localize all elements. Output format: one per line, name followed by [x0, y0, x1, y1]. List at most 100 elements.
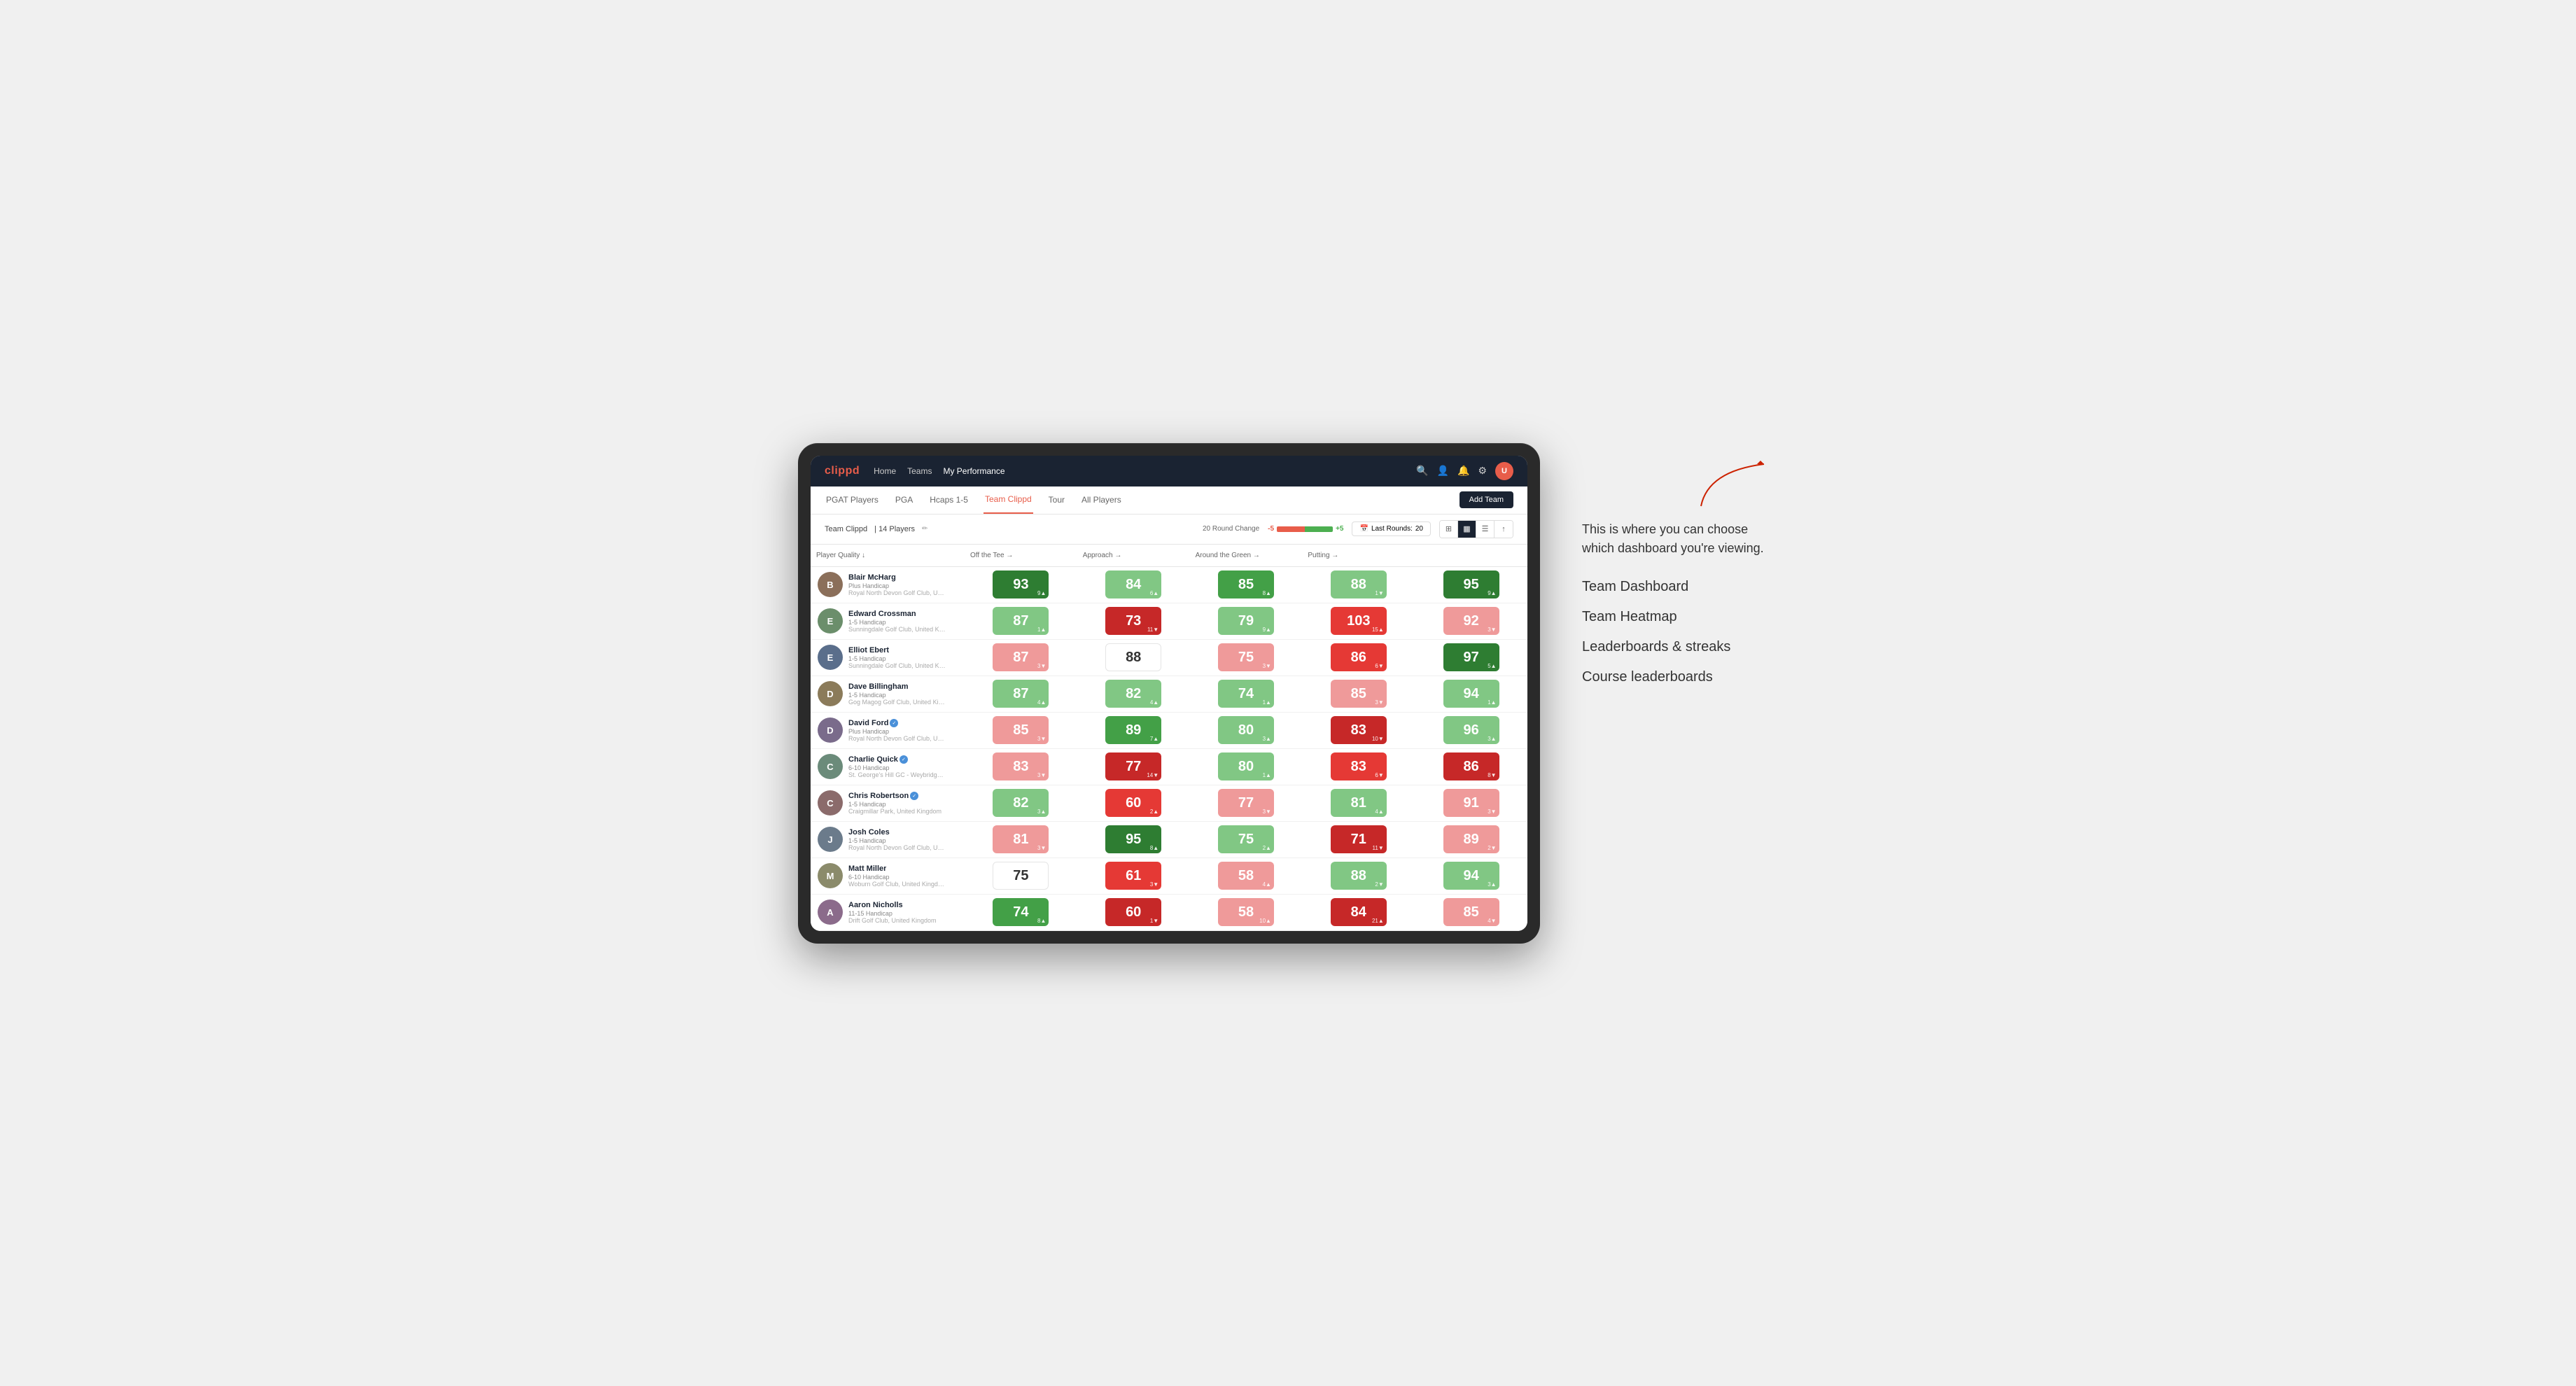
tab-tour[interactable]: Tour — [1047, 486, 1066, 514]
table-row[interactable]: EElliot Ebert1-5 HandicapSunningdale Gol… — [811, 640, 1527, 676]
player-name: Elliot Ebert — [848, 646, 889, 654]
tab-pga[interactable]: PGA — [894, 486, 914, 514]
score-badge: 7311▼ — [1105, 607, 1161, 635]
annotation-item-4: Course leaderboards — [1582, 669, 1778, 685]
score-value: 58 — [1238, 905, 1254, 919]
player-cell: BBlair McHargPlus HandicapRoyal North De… — [811, 567, 965, 603]
score-cell: 868▼ — [1415, 749, 1527, 785]
score-value: 87 — [1013, 614, 1028, 628]
player-name: Josh Coles — [848, 828, 890, 836]
avatar: C — [818, 790, 843, 816]
player-cell: EEdward Crossman1-5 HandicapSunningdale … — [811, 603, 965, 639]
score-badge: 88 — [1105, 643, 1161, 671]
nav-link-home[interactable]: Home — [874, 463, 896, 479]
score-badge: 8421▲ — [1331, 898, 1387, 926]
score-cell: 7714▼ — [1077, 749, 1190, 785]
score-badge: 871▲ — [993, 607, 1049, 635]
avatar[interactable]: U — [1495, 462, 1513, 480]
table-row[interactable]: CChris Robertson✓1-5 HandicapCraigmillar… — [811, 785, 1527, 822]
score-badge: 7111▼ — [1331, 825, 1387, 853]
score-delta: 10▲ — [1259, 918, 1271, 924]
score-badge: 803▲ — [1218, 716, 1274, 744]
score-delta: 7▲ — [1150, 736, 1158, 742]
score-badge: 833▼ — [993, 752, 1049, 780]
score-badge: 959▲ — [1443, 570, 1499, 598]
player-cell: DDave Billingham1-5 HandicapGog Magog Go… — [811, 676, 965, 712]
table-row[interactable]: DDave Billingham1-5 HandicapGog Magog Go… — [811, 676, 1527, 713]
data-table: Player Quality ↓ Off the Tee → Approach … — [811, 545, 1527, 931]
table-row[interactable]: EEdward Crossman1-5 HandicapSunningdale … — [811, 603, 1527, 640]
score-badge: 854▼ — [1443, 898, 1499, 926]
score-value: 91 — [1463, 796, 1478, 810]
avatar: E — [818, 608, 843, 634]
score-cell: 939▲ — [965, 567, 1077, 603]
score-badge: 748▲ — [993, 898, 1049, 926]
edit-icon[interactable]: ✏ — [922, 525, 927, 533]
player-handicap: Plus Handicap — [848, 728, 946, 735]
score-delta: 3▼ — [1037, 772, 1046, 778]
score-delta: 11▼ — [1147, 626, 1158, 633]
tab-all-players[interactable]: All Players — [1080, 486, 1123, 514]
table-row[interactable]: JJosh Coles1-5 HandicapRoyal North Devon… — [811, 822, 1527, 858]
player-name: Matt Miller — [848, 864, 886, 873]
view-toggle: ⊞ ▦ ☰ ↑ — [1439, 520, 1513, 538]
player-info: Elliot Ebert1-5 HandicapSunningdale Golf… — [848, 646, 946, 669]
player-club: Craigmillar Park, United Kingdom — [848, 808, 941, 815]
table-row[interactable]: MMatt Miller6-10 HandicapWoburn Golf Clu… — [811, 858, 1527, 895]
table-row[interactable]: DDavid Ford✓Plus HandicapRoyal North Dev… — [811, 713, 1527, 749]
tab-team-clippd[interactable]: Team Clippd — [983, 486, 1033, 514]
sub-nav: PGAT Players PGA Hcaps 1-5 Team Clippd T… — [811, 486, 1527, 514]
nav-logo[interactable]: clippd — [825, 465, 860, 477]
score-cell: 975▲ — [1415, 640, 1527, 676]
person-icon[interactable]: 👤 — [1437, 465, 1449, 477]
tab-hcaps[interactable]: Hcaps 1-5 — [928, 486, 969, 514]
table-row[interactable]: CCharlie Quick✓6-10 HandicapSt. George's… — [811, 749, 1527, 785]
score-value: 81 — [1351, 796, 1366, 810]
tab-pgat[interactable]: PGAT Players — [825, 486, 880, 514]
score-cell: 584▲ — [1190, 858, 1303, 894]
view-export-button[interactable]: ↑ — [1494, 521, 1513, 538]
score-badge: 88 1▼ — [1331, 570, 1387, 598]
bar-red — [1277, 526, 1305, 532]
score-delta: 1▼ — [1375, 590, 1383, 596]
search-icon[interactable]: 🔍 — [1416, 465, 1428, 477]
score-badge: 601▼ — [1105, 898, 1161, 926]
score-delta: 6▼ — [1375, 772, 1383, 778]
nav-link-teams[interactable]: Teams — [907, 463, 932, 479]
player-name: Charlie Quick — [848, 755, 898, 764]
score-value: 77 — [1238, 796, 1254, 810]
player-club: Royal North Devon Golf Club, United King… — [848, 589, 946, 596]
score-value: 96 — [1463, 723, 1478, 737]
score-cell: 866▼ — [1302, 640, 1415, 676]
last-rounds-button[interactable]: 📅 Last Rounds: 20 — [1352, 522, 1431, 536]
settings-icon[interactable]: ⚙ — [1478, 465, 1487, 477]
score-value: 87 — [1013, 687, 1028, 701]
add-team-button[interactable]: Add Team — [1460, 491, 1513, 508]
score-value: 89 — [1126, 723, 1141, 737]
score-badge: 58 10▲ — [1218, 898, 1274, 926]
score-badge: 801▲ — [1218, 752, 1274, 780]
table-row[interactable]: BBlair McHargPlus HandicapRoyal North De… — [811, 567, 1527, 603]
view-heatmap-button[interactable]: ▦ — [1458, 521, 1476, 538]
score-badge: 753▼ — [1218, 643, 1274, 671]
player-club: St. George's Hill GC - Weybridge - Surre… — [848, 771, 946, 778]
nav-link-performance[interactable]: My Performance — [943, 463, 1004, 479]
score-badge: 943▲ — [1443, 862, 1499, 890]
view-list-button[interactable]: ☰ — [1476, 521, 1494, 538]
score-badge: 741▲ — [1218, 680, 1274, 708]
score-delta: 10▼ — [1372, 736, 1384, 742]
score-cell: 874▲ — [965, 676, 1077, 712]
annotation-list: Team Dashboard Team Heatmap Leaderboards… — [1582, 579, 1778, 685]
score-cell: 959▲ — [1415, 567, 1527, 603]
score-value: 87 — [1013, 650, 1028, 664]
score-delta: 3▼ — [1263, 663, 1271, 669]
player-club: Sunningdale Golf Club, United Kingdom — [848, 626, 946, 633]
bell-icon[interactable]: 🔔 — [1457, 465, 1469, 477]
score-cell: 602▲ — [1077, 785, 1190, 821]
view-grid-button[interactable]: ⊞ — [1440, 521, 1458, 538]
score-value: 88 — [1351, 578, 1366, 592]
tablet-screen: clippd Home Teams My Performance 🔍 👤 🔔 ⚙… — [811, 456, 1527, 931]
score-delta: 1▲ — [1488, 699, 1496, 706]
table-row[interactable]: AAaron Nicholls11-15 HandicapDrift Golf … — [811, 895, 1527, 931]
score-badge: 868▼ — [1443, 752, 1499, 780]
